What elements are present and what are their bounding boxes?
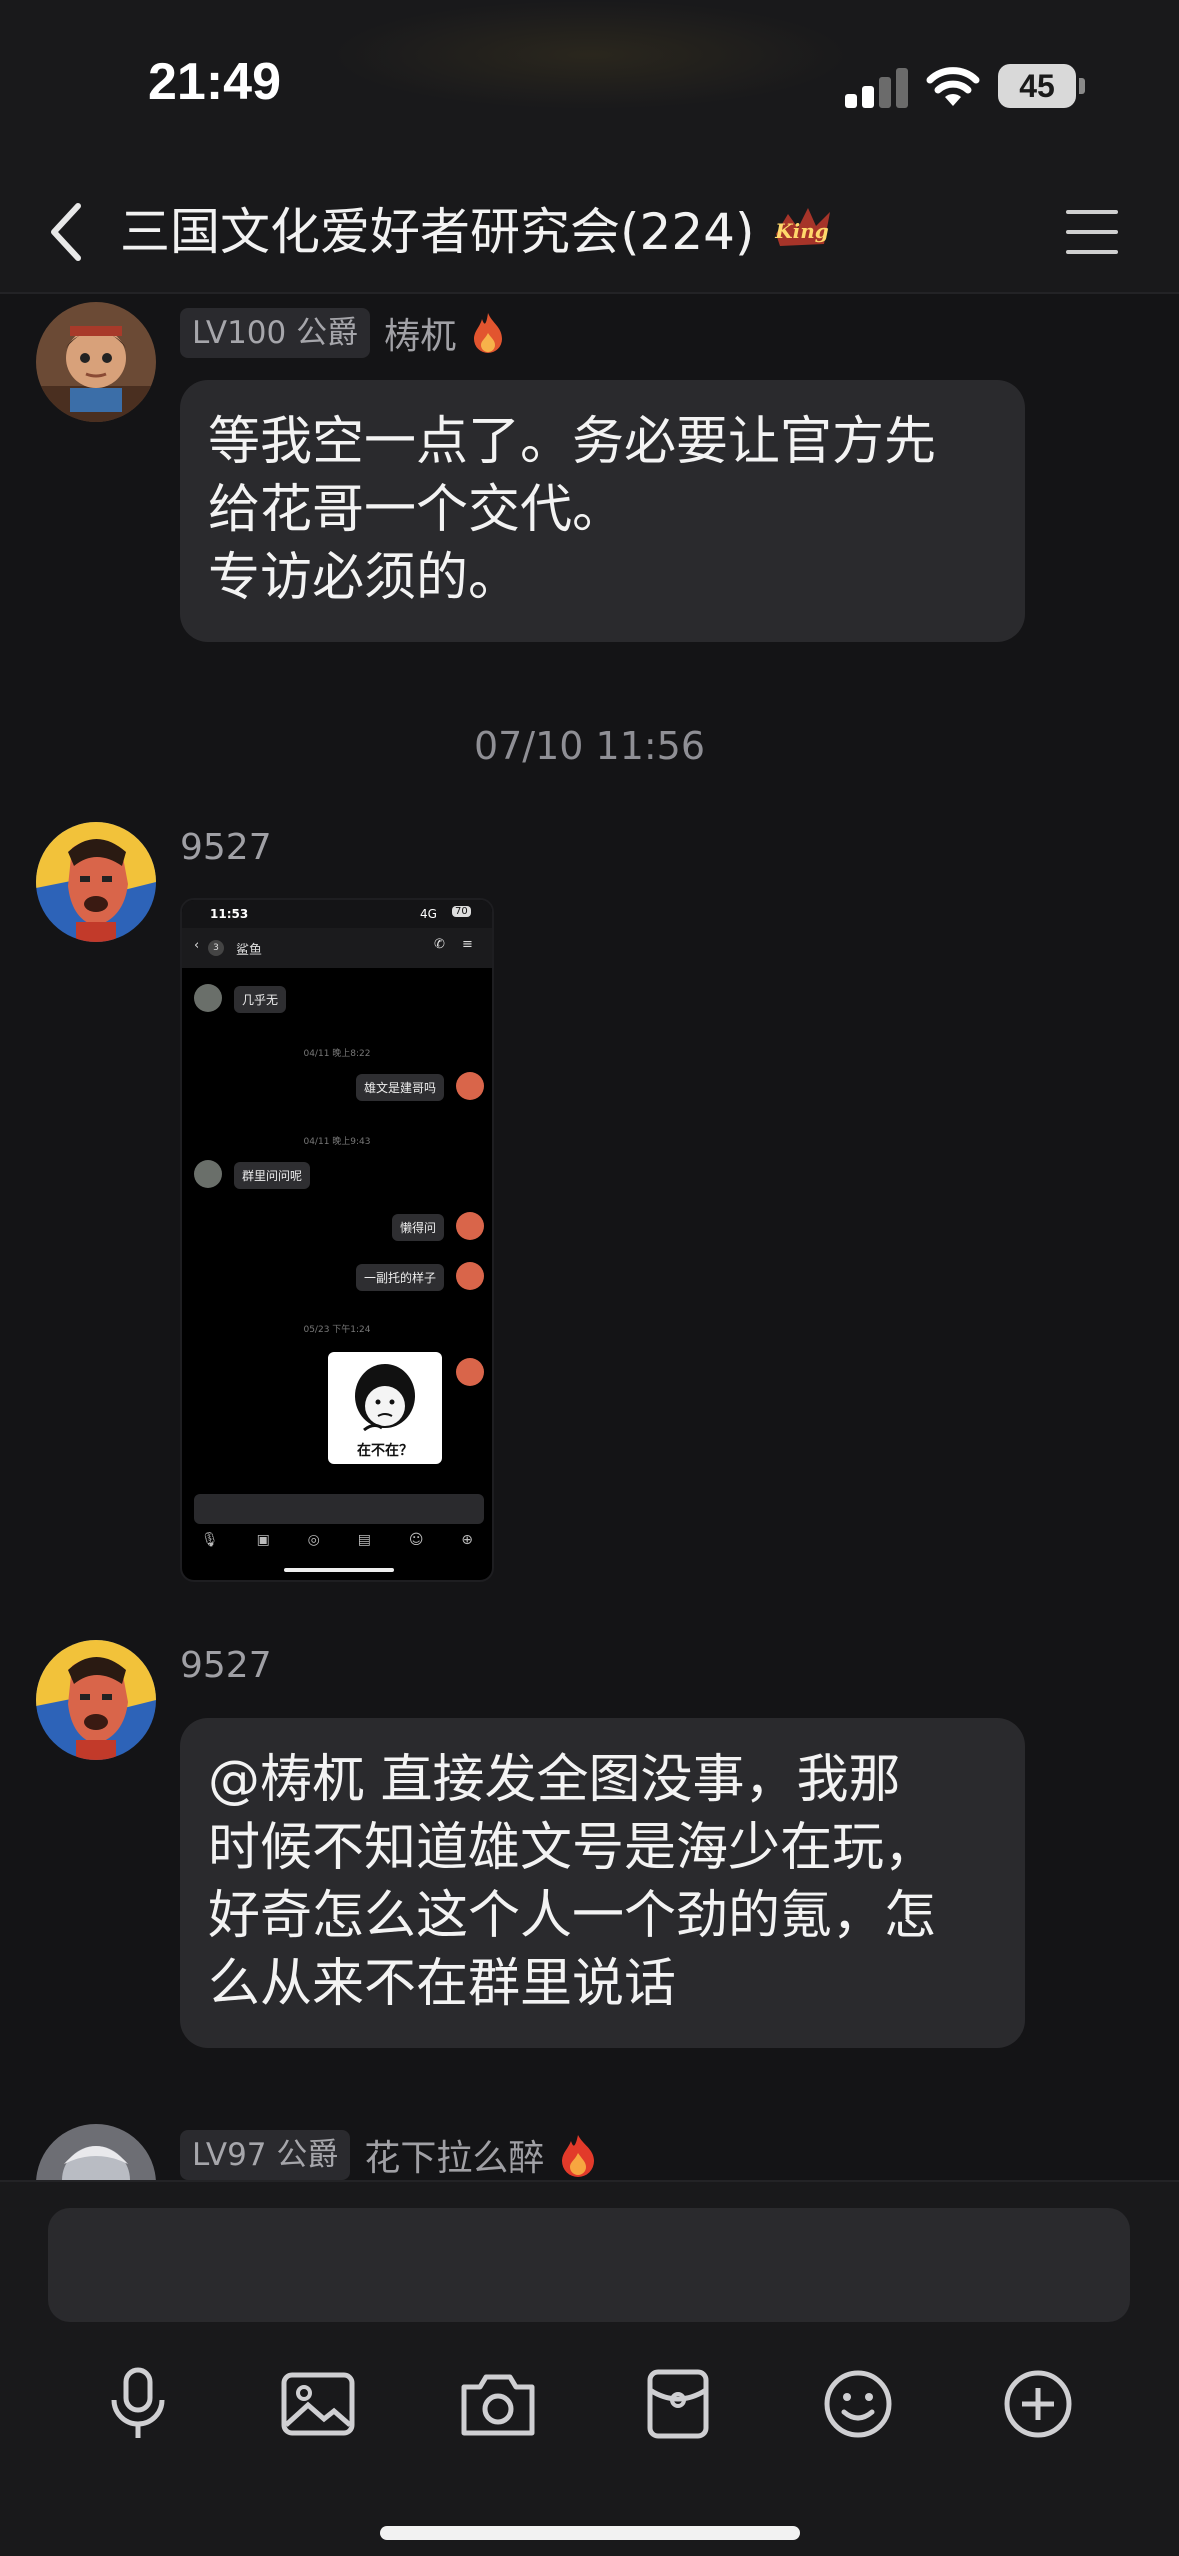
king-badge-text: King — [774, 219, 829, 243]
microphone-icon[interactable] — [88, 2354, 188, 2454]
sender-name[interactable]: 花下拉么醉 — [364, 2129, 544, 2180]
back-chevron-icon[interactable] — [40, 196, 100, 268]
avatar[interactable] — [36, 302, 156, 422]
king-badge-icon: King — [774, 208, 830, 246]
battery-level: 45 — [1019, 68, 1055, 104]
message-timestamp: 07/10 11:56 — [473, 724, 706, 768]
mini-home-indicator — [284, 1568, 394, 1572]
sender-name[interactable]: 9527 — [180, 827, 272, 868]
mini-red-packet-icon: ▤ — [357, 1532, 371, 1548]
mini-avatar — [194, 1160, 222, 1188]
mini-network: 4G — [420, 907, 437, 921]
avatar[interactable] — [36, 822, 156, 942]
mini-battery: 70 — [452, 906, 471, 917]
mini-status-bar: 11:53 4G 70 — [182, 900, 492, 928]
sender-info: 9527 — [180, 1640, 272, 1690]
input-area — [0, 2180, 1179, 2556]
flame-icon — [474, 313, 503, 353]
mini-microphone-icon: 🎙 — [200, 1532, 219, 1548]
mini-avatar — [456, 1262, 484, 1290]
mini-emoji-icon: ☺ — [408, 1532, 424, 1548]
status-bar: 21:49 45 — [0, 0, 1179, 170]
mini-avatar — [456, 1212, 484, 1240]
mini-toolbar: 🎙 ▣ ◎ ▤ ☺ ⊕ — [182, 1532, 492, 1556]
plus-icon[interactable] — [988, 2354, 1088, 2454]
red-packet-icon[interactable] — [628, 2354, 728, 2454]
camera-icon[interactable] — [448, 2354, 548, 2454]
battery-indicator: 45 — [998, 64, 1076, 108]
mini-sticker-caption: 在不在？ — [357, 1443, 413, 1459]
home-indicator — [380, 2526, 800, 2540]
level-badge: LV97 公爵 — [180, 2130, 351, 2180]
mini-plus-icon: ⊕ — [461, 1532, 474, 1548]
mini-time: 11:53 — [210, 907, 249, 921]
flame-icon — [562, 2135, 595, 2177]
group-title: 三国文化爱好者研究会(224) — [120, 203, 755, 261]
chat-message-list[interactable]: LV100 公爵 梼杌 等我空一点了。务必要让官方先 给花哥一个交代。 专访必须… — [0, 294, 1179, 2180]
wifi-icon — [926, 67, 980, 106]
mini-bubble: 一副托的样子 — [355, 1264, 444, 1291]
mini-back-icon: ‹ — [194, 938, 200, 953]
message-bubble[interactable]: @梼杌 直接发全图没事，我那 时候不知道雄文号是海少在玩， 好奇怎么这个人一个劲… — [180, 1718, 1025, 2048]
image-icon[interactable] — [268, 2354, 368, 2454]
mini-avatar — [456, 1358, 484, 1386]
message-bubble[interactable]: 等我空一点了。务必要让官方先 给花哥一个交代。 专访必须的。 — [180, 380, 1025, 642]
status-time: 21:49 — [148, 53, 281, 111]
mini-menu-icon: ≡ — [462, 937, 473, 952]
menu-icon[interactable] — [1062, 206, 1122, 258]
sender-name[interactable]: 梼杌 — [384, 307, 456, 359]
mini-timestamp: 04/11 晚上9:43 — [303, 1137, 371, 1147]
sender-info: 9527 — [180, 822, 272, 872]
mini-timestamp: 05/23 下午1:24 — [303, 1325, 371, 1335]
mini-sticker: 在不在？ — [328, 1352, 442, 1464]
message-input[interactable] — [48, 2208, 1130, 2322]
battery-tip — [1079, 78, 1085, 94]
sender-info: LV100 公爵 梼杌 — [180, 308, 506, 358]
mini-timestamp: 04/11 晚上8:22 — [303, 1049, 371, 1059]
mini-camera-icon: ◎ — [307, 1532, 320, 1548]
emoji-icon[interactable] — [808, 2354, 908, 2454]
sender-name[interactable]: 9527 — [180, 1645, 272, 1686]
mini-bubble: 几乎无 — [234, 986, 287, 1013]
mini-back-count: 3 — [208, 940, 224, 956]
chat-header: 三国文化爱好者研究会(224) King — [0, 170, 1179, 294]
avatar[interactable] — [36, 2124, 156, 2180]
avatar[interactable] — [36, 1640, 156, 1760]
cellular-signal-icon — [845, 66, 909, 108]
mini-phone-icon: ✆ — [434, 937, 445, 952]
mini-nav-bar: ‹ 3 鲨鱼 ✆ ≡ — [182, 928, 492, 968]
mini-input-field — [194, 1494, 484, 1524]
image-message[interactable]: 11:53 4G 70 ‹ 3 鲨鱼 ✆ ≡ 几乎无 04/11 晚上8:22 … — [180, 898, 494, 1582]
mini-avatar — [194, 984, 222, 1012]
status-glow — [330, 0, 850, 110]
mini-bubble: 群里问问呢 — [234, 1162, 311, 1189]
sender-info: LV97 公爵 花下拉么醉 — [180, 2130, 598, 2180]
mini-image-icon: ▣ — [256, 1532, 270, 1548]
mini-contact-name: 鲨鱼 — [236, 943, 263, 958]
input-toolbar — [0, 2354, 1179, 2474]
level-badge: LV100 公爵 — [180, 308, 371, 358]
mini-avatar — [456, 1072, 484, 1100]
mini-bubble: 雄文是建哥吗 — [355, 1074, 444, 1101]
mini-bubble: 懒得问 — [391, 1214, 444, 1241]
